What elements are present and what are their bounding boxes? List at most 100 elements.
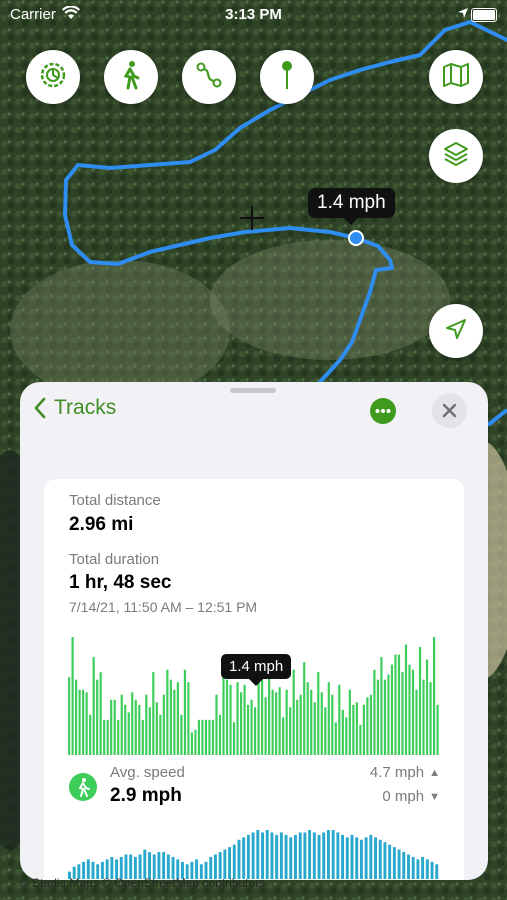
speed-bar [345, 717, 348, 755]
total-distance-value: 2.96 mi [69, 514, 134, 535]
elevation-bar [237, 839, 241, 879]
speed-bar [415, 689, 418, 755]
map-speed-tooltip: 1.4 mph [308, 188, 395, 225]
elevation-bar [251, 832, 255, 879]
elevation-bar [416, 859, 420, 879]
speed-bar [411, 669, 415, 755]
total-duration-value: 1 hr, 48 sec [69, 572, 172, 593]
elevation-bar [303, 832, 307, 879]
speed-bar [243, 684, 246, 755]
ellipsis-icon [375, 409, 391, 413]
speed-bar [222, 677, 225, 755]
back-label: Tracks [54, 396, 117, 419]
track-position-marker [348, 230, 364, 246]
speed-bar [418, 647, 422, 755]
speed-bar [180, 714, 183, 755]
speed-bar [348, 689, 351, 755]
speed-bar [299, 694, 302, 755]
arrow-up-icon: ▲ [429, 766, 440, 779]
walk-icon [118, 60, 144, 95]
elevation-bar [369, 834, 373, 879]
max-speed: 4.7 mph ▲ [370, 764, 440, 781]
speed-bar [380, 657, 383, 755]
settings-icon [38, 60, 68, 95]
speed-bar [152, 672, 155, 755]
speed-bar [173, 689, 176, 755]
speed-bar [313, 702, 316, 755]
speed-bar [341, 709, 344, 755]
settings-button[interactable] [26, 50, 80, 104]
min-speed: 0 mph ▼ [382, 788, 440, 805]
speed-bar [169, 679, 172, 755]
speed-bar [282, 717, 285, 755]
elevation-bar [378, 839, 382, 879]
close-button[interactable] [432, 393, 467, 428]
speed-bar [296, 699, 299, 755]
elevation-bar [402, 852, 406, 879]
avg-speed-icon-badge [69, 773, 97, 801]
speed-bar [211, 719, 215, 755]
sheet-grabber[interactable] [230, 388, 276, 393]
speed-bar [145, 694, 148, 755]
elevation-bar [322, 832, 326, 879]
elevation-bar [359, 839, 363, 879]
speed-bar [432, 637, 436, 755]
elevation-bar [392, 847, 396, 879]
elevation-chart[interactable] [68, 824, 440, 879]
speed-bar [362, 704, 365, 755]
speed-bar [236, 682, 239, 755]
speed-bar [257, 679, 260, 755]
back-button[interactable]: Tracks [34, 396, 116, 420]
elevation-bar [421, 856, 425, 879]
map-type-button[interactable] [429, 50, 483, 104]
speed-bar [261, 674, 264, 755]
layers-button[interactable] [429, 129, 483, 183]
more-options-button[interactable] [370, 398, 396, 424]
speed-bar [289, 707, 292, 755]
route-button[interactable] [182, 50, 236, 104]
speed-bar [271, 689, 274, 755]
speed-bar [422, 679, 425, 755]
speed-bar [310, 689, 313, 755]
elevation-bar [435, 864, 439, 879]
speed-bar [404, 644, 408, 755]
chevron-left-icon [34, 397, 46, 419]
speed-bar [89, 714, 92, 755]
min-speed-value: 0 mph [382, 788, 425, 805]
location-services-icon [457, 6, 469, 23]
elevation-bar [218, 852, 222, 879]
speed-bar [359, 724, 362, 755]
layers-icon [442, 140, 470, 173]
battery-icon [471, 8, 497, 22]
speed-bar [197, 719, 201, 755]
elevation-bar [430, 861, 434, 879]
speed-bar [225, 679, 229, 755]
elevation-bar [162, 852, 166, 879]
current-location-button[interactable] [429, 304, 483, 358]
map-attribution[interactable]: © Stadia Maps © OpenStreetMap contributo… [20, 876, 265, 890]
speed-chart[interactable] [68, 631, 440, 755]
speed-bar [338, 684, 341, 755]
speed-bar [110, 699, 113, 755]
elevation-bar [317, 834, 321, 879]
speed-bar [141, 719, 144, 755]
speed-bar [96, 679, 99, 755]
speed-bar [324, 707, 327, 755]
speed-bar [264, 697, 267, 755]
speed-bar [383, 679, 387, 755]
speed-bar [85, 692, 88, 755]
speed-bar [366, 697, 369, 755]
pin-button[interactable] [260, 50, 314, 104]
elevation-bar [397, 849, 401, 879]
speed-bar [159, 714, 162, 755]
speed-bar [369, 694, 372, 755]
speed-bar [148, 707, 151, 755]
speed-bar [373, 669, 376, 755]
elevation-bar [289, 837, 293, 879]
speed-bar [218, 714, 222, 755]
speed-bar [408, 664, 411, 755]
route-icon [195, 61, 223, 94]
status-time: 3:13 PM [225, 6, 282, 23]
elevation-bar [157, 852, 161, 879]
record-track-button[interactable] [104, 50, 158, 104]
